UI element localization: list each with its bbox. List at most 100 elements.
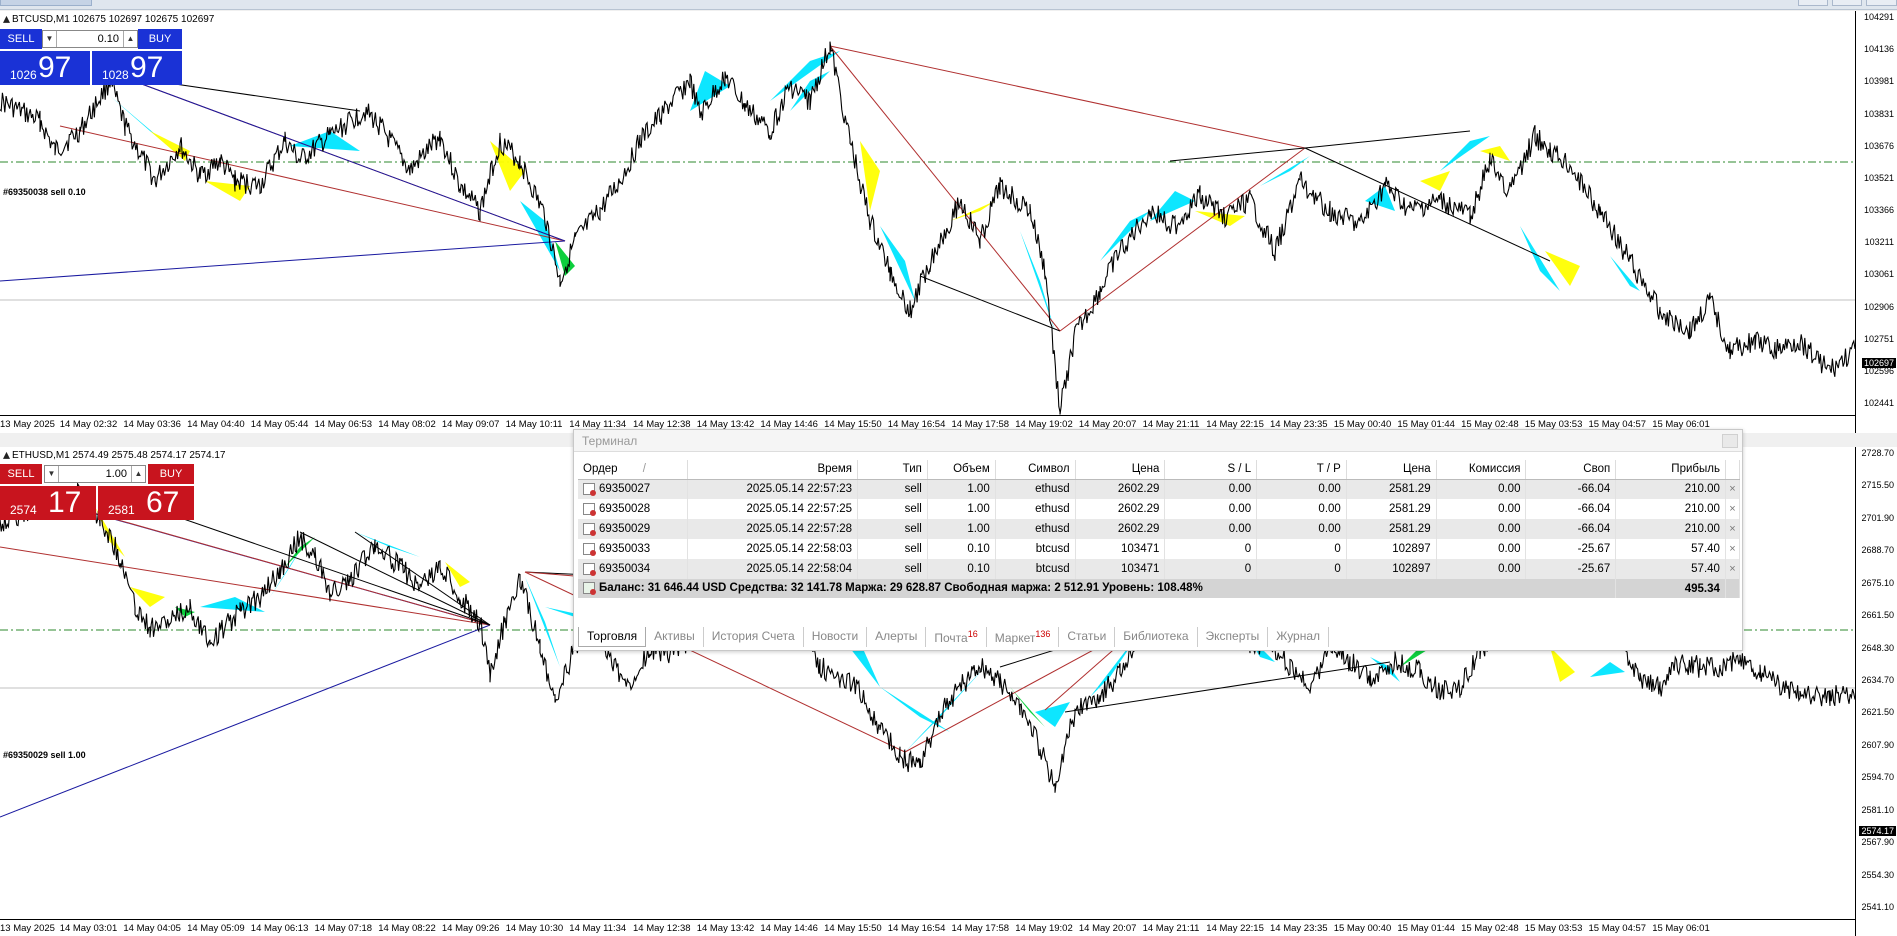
order-cell: 69350027 [578, 479, 689, 499]
column-header[interactable]: T / P [1256, 460, 1347, 480]
price-tick-label: 2594.70 [1861, 772, 1894, 783]
price-tick-label: 103211 [1864, 237, 1894, 248]
cell-time: 2025.05.14 22:57:23 [687, 479, 859, 499]
tab-9[interactable]: Библиотека [1115, 627, 1198, 647]
close-position-icon[interactable]: × [1725, 559, 1741, 579]
cell-tp: 0.00 [1256, 499, 1347, 519]
sell-price[interactable]: 1026 97 [0, 51, 90, 85]
table-row[interactable]: 69350034 2025.05.14 22:58:04 sell 0.10 btcus… [578, 559, 1741, 579]
price-tick-label: 104291 [1863, 12, 1894, 22]
close-position-icon[interactable]: × [1725, 539, 1741, 559]
column-header[interactable]: Комиссия [1436, 460, 1527, 480]
column-header[interactable]: Тип [857, 460, 928, 480]
tab-label: Статьи [1067, 629, 1107, 643]
tab-11[interactable]: Журнал [1268, 627, 1330, 647]
tab-10[interactable]: Эксперты [1198, 627, 1269, 647]
window-tab[interactable] [0, 0, 92, 6]
column-header[interactable]: Прибыль [1615, 460, 1726, 480]
time-tick-label: 14 May 02:32 [59, 419, 118, 430]
buy-price[interactable]: 1028 97 [92, 51, 182, 85]
time-tick-label: 14 May 07:18 [314, 923, 373, 934]
cell-price: 2602.29 [1075, 519, 1166, 539]
table-row[interactable]: 69350033 2025.05.14 22:58:03 sell 0.10 btcus… [578, 539, 1741, 559]
tab-7[interactable]: Маркет136 [987, 627, 1060, 647]
close-position-icon[interactable]: × [1725, 479, 1741, 499]
chevron-up-icon[interactable]: ▲ [131, 466, 145, 482]
cell-price: 103471 [1075, 559, 1166, 579]
time-tick-label: 14 May 04:05 [123, 923, 181, 934]
tab-label: Алерты [875, 629, 918, 643]
cell-profit: 57.40 [1615, 539, 1726, 559]
cell-profit: 210.00 [1615, 479, 1726, 499]
sell-button[interactable]: SELL [0, 29, 42, 49]
cell-sl: 0 [1164, 559, 1258, 579]
order-icon [583, 522, 596, 536]
minimize-button[interactable] [1798, 0, 1828, 6]
tab-8[interactable]: Статьи [1059, 627, 1116, 647]
tab-2[interactable]: Активы [646, 627, 704, 647]
column-header[interactable]: Время [687, 460, 859, 480]
sell-price[interactable]: 2574 17 [0, 486, 96, 520]
terminal-title: Терминал [582, 434, 638, 448]
table-header: Ордер / Время Тип Объем Символ Цена S / LT / P… [578, 460, 1741, 480]
table-row[interactable]: 69350029 2025.05.14 22:57:28 sell 1.00 ethus… [578, 519, 1741, 539]
close-button[interactable] [1866, 0, 1897, 6]
lot-stepper[interactable]: ▼ 0.10 ▲ [42, 30, 138, 48]
table-row[interactable]: 69350027 2025.05.14 22:57:23 sell 1.00 ethus… [578, 479, 1741, 499]
close-position-icon[interactable]: × [1725, 499, 1741, 519]
close-icon[interactable] [1722, 434, 1738, 448]
maximize-button[interactable] [1832, 0, 1862, 6]
btcusd-chart[interactable]: BTCUSD,M1 102675 102697 102675 102697 #6… [0, 11, 1897, 433]
chevron-up-icon[interactable]: ▲ [123, 31, 137, 47]
cell-time: 2025.05.14 22:58:04 [687, 559, 859, 579]
column-header[interactable]: Объем [927, 460, 996, 480]
lot-stepper[interactable]: ▼ 1.00 ▲ [44, 465, 146, 483]
column-header[interactable]: Цена [1346, 460, 1437, 480]
time-axis[interactable]: 13 May 2025 14 May 03:01 14 May 04:05 14 Ma… [0, 919, 1855, 936]
time-tick-label: 14 May 06:13 [250, 923, 309, 934]
price-axis[interactable]: 104291 104136 103981 103831 103676 103521 1033… [1855, 11, 1897, 433]
lot-input[interactable]: 0.10 [57, 33, 123, 45]
chart-symbol-info: ETHUSD,M1 2574.49 2575.48 2574.17 2574.1… [3, 450, 226, 461]
tab-3[interactable]: История Счета [704, 627, 804, 647]
tab-label: Журнал [1276, 629, 1321, 643]
time-tick-label: 15 May 04:57 [1588, 923, 1647, 934]
time-tick-label: 14 May 10:30 [505, 923, 564, 934]
cell-sl: 0.00 [1164, 479, 1258, 499]
terminal-panel: Терминал Ордер / Время Тип Объем Символ Цена S… [573, 429, 1743, 651]
time-tick-label: 14 May 11:34 [569, 923, 627, 934]
current-price-tag: 102697 [1861, 358, 1896, 368]
lot-input[interactable]: 1.00 [59, 468, 131, 480]
tab-6[interactable]: Почта16 [926, 627, 987, 647]
time-tick-label: 14 May 23:35 [1270, 923, 1328, 934]
trend-line [1169, 147, 1306, 162]
buy-price[interactable]: 2581 67 [98, 486, 194, 520]
column-header[interactable]: Цена [1075, 460, 1166, 480]
price-tick-label: 102441 [1863, 398, 1894, 408]
chevron-down-icon[interactable]: ▼ [45, 466, 59, 482]
column-header[interactable]: Своп [1525, 460, 1617, 480]
terminal-title-bar[interactable]: Терминал [574, 430, 1742, 452]
table-row[interactable]: 69350028 2025.05.14 22:57:25 sell 1.00 ethus… [578, 499, 1741, 519]
column-header[interactable]: Символ [995, 460, 1076, 480]
chart-symbol-info: BTCUSD,M1 102675 102697 102675 102697 [3, 14, 214, 25]
column-header[interactable]: Ордер / [578, 460, 689, 480]
close-position-icon[interactable]: × [1725, 519, 1741, 539]
time-tick-label: 14 May 15:50 [824, 923, 882, 934]
price-axis[interactable]: 2728.70 2715.50 2701.90 2688.70 2675.10 2661.… [1855, 447, 1897, 936]
sell-button[interactable]: SELL [0, 464, 42, 484]
cell-type: sell [857, 519, 928, 539]
zigzag-fill [130, 587, 165, 607]
chevron-down-icon[interactable]: ▼ [43, 31, 57, 47]
tab-5[interactable]: Алерты [867, 627, 927, 647]
time-tick-label: 14 May 05:44 [250, 419, 309, 430]
order-icon [583, 502, 596, 516]
tab-1[interactable]: Торговля [578, 627, 647, 647]
buy-button[interactable]: BUY [138, 29, 182, 49]
buy-button[interactable]: BUY [148, 464, 194, 484]
cell-tp: 0 [1256, 559, 1347, 579]
column-header[interactable]: S / L [1164, 460, 1258, 480]
tab-4[interactable]: Новости [804, 627, 868, 647]
price-tick-label: 2621.50 [1861, 707, 1894, 718]
time-tick-label: 14 May 17:58 [951, 923, 1010, 934]
